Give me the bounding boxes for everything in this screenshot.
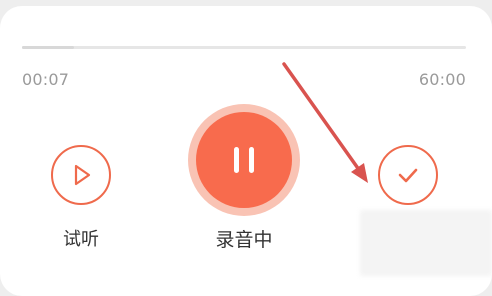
progress-bar[interactable] xyxy=(22,46,466,49)
finish-recording-button[interactable] xyxy=(378,145,438,205)
check-icon xyxy=(398,168,418,183)
preview-play-button[interactable] xyxy=(51,145,111,205)
progress-fill xyxy=(22,46,74,49)
pause-icon xyxy=(234,147,254,173)
elapsed-time: 00:07 xyxy=(22,70,70,89)
recording-status-label: 录音中 xyxy=(215,229,273,251)
preview-label: 试听 xyxy=(63,229,99,250)
pause-record-button[interactable] xyxy=(196,112,292,208)
total-time: 60:00 xyxy=(418,70,466,89)
background-fade xyxy=(360,210,492,276)
play-icon xyxy=(74,164,91,186)
